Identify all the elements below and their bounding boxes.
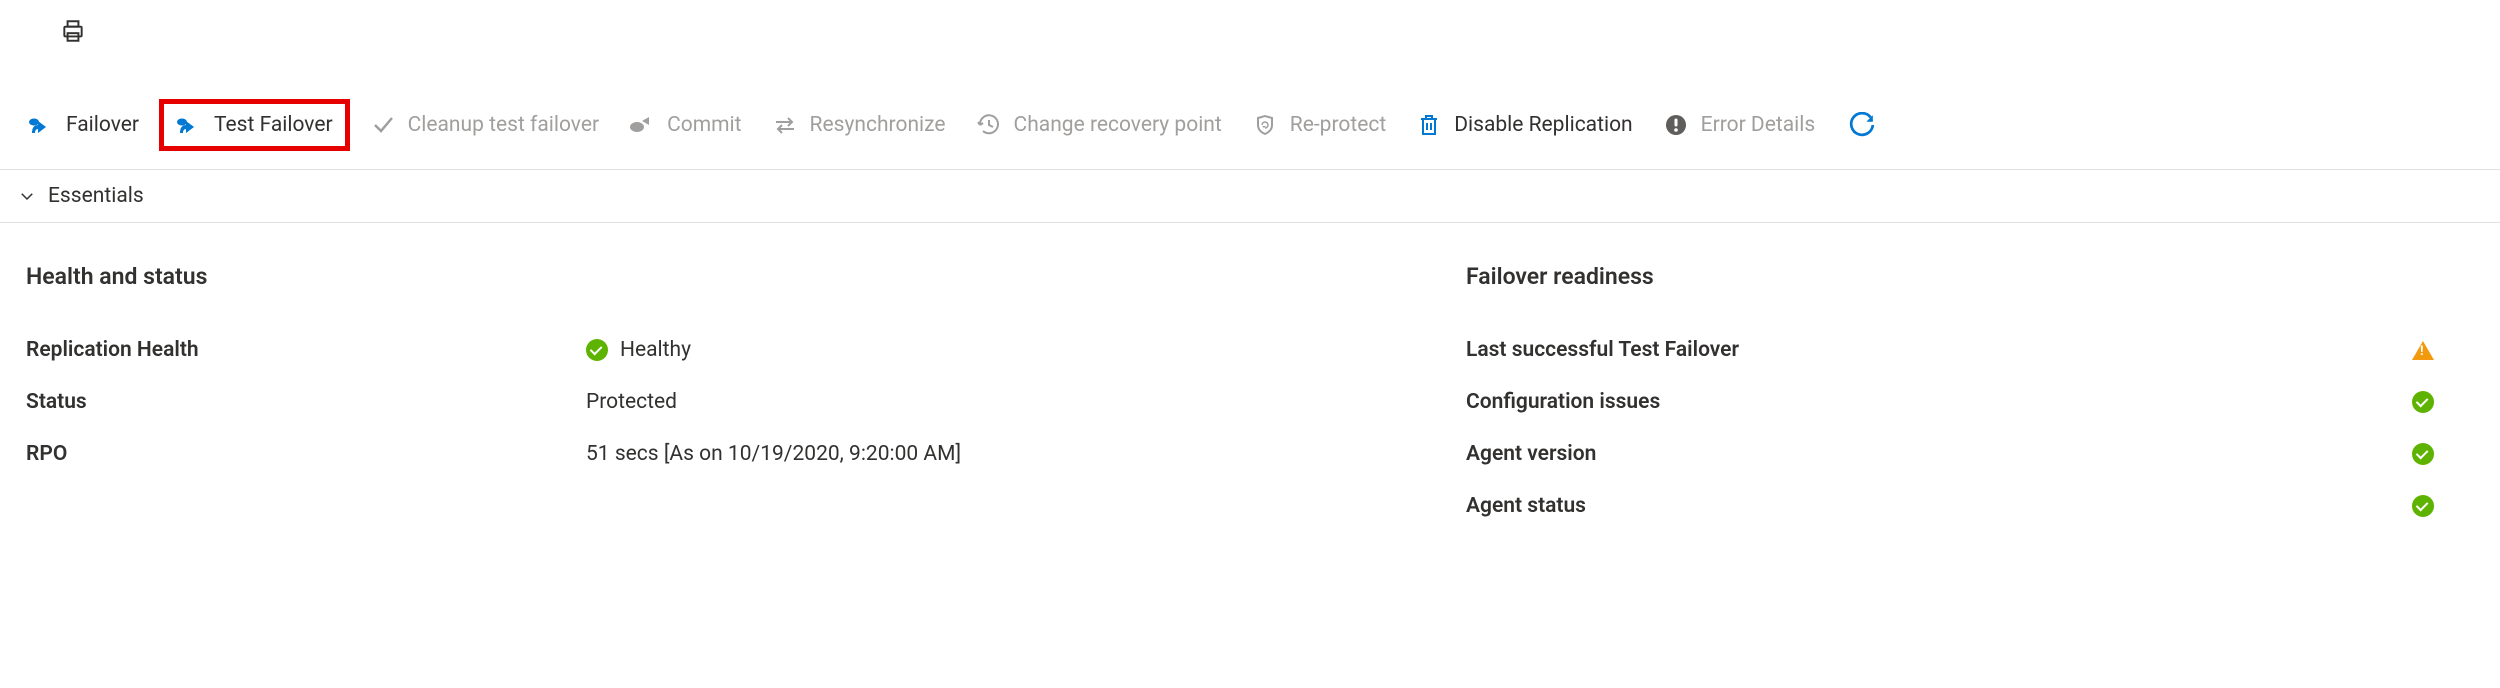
last-test-failover-label: Last successful Test Failover bbox=[1466, 338, 1739, 362]
content-area: Health and status Replication Health Sta… bbox=[0, 223, 2500, 586]
print-icon[interactable] bbox=[60, 18, 2500, 44]
essentials-toggle[interactable]: Essentials bbox=[0, 170, 2500, 223]
error-icon bbox=[1663, 112, 1689, 138]
failover-icon bbox=[28, 112, 54, 138]
resync-label: Resynchronize bbox=[810, 113, 946, 137]
agent-status-label: Agent status bbox=[1466, 494, 1586, 518]
resynchronize-button: Resynchronize bbox=[762, 106, 956, 144]
replication-health-label: Replication Health bbox=[26, 338, 586, 362]
command-bar: Failover Test Failover Cleanup test fail… bbox=[0, 70, 2500, 170]
test-failover-icon bbox=[176, 112, 202, 138]
error-details-label: Error Details bbox=[1701, 113, 1816, 137]
commit-label: Commit bbox=[667, 113, 741, 137]
success-icon bbox=[2412, 391, 2434, 413]
rpo-value: 51 secs [As on 10/19/2020, 9:20:00 AM] bbox=[586, 442, 961, 466]
chevron-down-icon bbox=[18, 187, 36, 205]
status-value: Protected bbox=[586, 390, 677, 414]
failover-readiness-heading: Failover readiness bbox=[1466, 263, 2434, 290]
error-details-button: Error Details bbox=[1653, 106, 1826, 144]
success-icon bbox=[2412, 495, 2434, 517]
test-failover-button[interactable]: Test Failover bbox=[159, 99, 350, 151]
disable-replication-label: Disable Replication bbox=[1454, 113, 1632, 137]
commit-icon bbox=[629, 112, 655, 138]
refresh-icon bbox=[1849, 112, 1875, 138]
success-icon bbox=[2412, 443, 2434, 465]
disable-replication-button[interactable]: Disable Replication bbox=[1406, 106, 1642, 144]
commit-button: Commit bbox=[619, 106, 751, 144]
resync-icon bbox=[772, 112, 798, 138]
failover-label: Failover bbox=[66, 113, 139, 137]
status-label: Status bbox=[26, 390, 586, 414]
cleanup-test-failover-button: Cleanup test failover bbox=[360, 106, 609, 144]
change-recovery-point-button: Change recovery point bbox=[966, 106, 1232, 144]
rpo-label: RPO bbox=[26, 442, 586, 466]
agent-version-label: Agent version bbox=[1466, 442, 1596, 466]
reprotect-label: Re-protect bbox=[1290, 113, 1386, 137]
warning-icon bbox=[2412, 341, 2434, 360]
change-recovery-label: Change recovery point bbox=[1014, 113, 1222, 137]
trash-icon bbox=[1416, 112, 1442, 138]
replication-health-value: Healthy bbox=[620, 338, 691, 362]
health-status-heading: Health and status bbox=[26, 263, 586, 290]
history-icon bbox=[976, 112, 1002, 138]
configuration-issues-label: Configuration issues bbox=[1466, 390, 1660, 414]
cleanup-label: Cleanup test failover bbox=[408, 113, 599, 137]
reprotect-icon bbox=[1252, 112, 1278, 138]
checkmark-icon bbox=[370, 112, 396, 138]
failover-button[interactable]: Failover bbox=[18, 106, 149, 144]
re-protect-button: Re-protect bbox=[1242, 106, 1396, 144]
test-failover-label: Test Failover bbox=[214, 113, 333, 137]
success-icon bbox=[586, 339, 608, 361]
refresh-button[interactable] bbox=[1843, 106, 1881, 144]
essentials-label: Essentials bbox=[48, 184, 144, 208]
